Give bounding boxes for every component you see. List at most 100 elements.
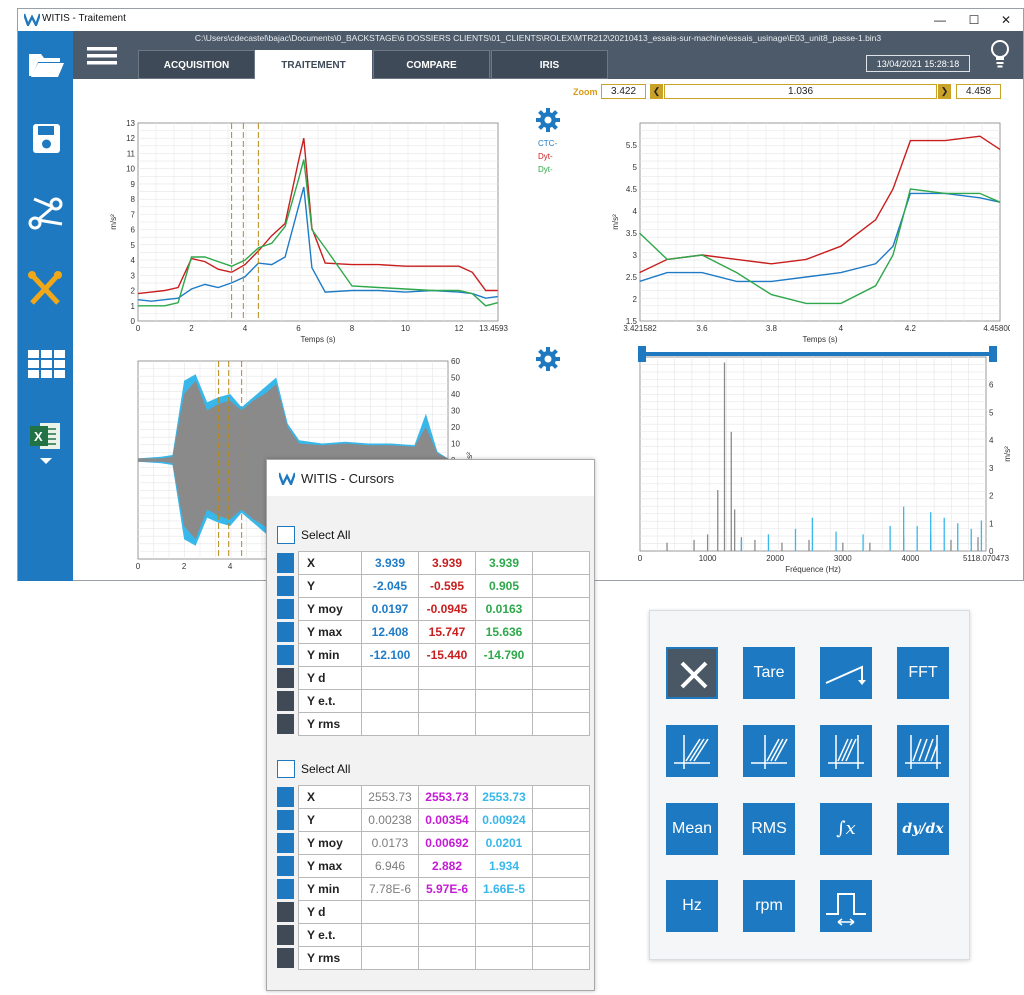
row-label: Y min <box>298 643 362 667</box>
hatch-center-button[interactable] <box>743 725 795 777</box>
zoom-right-value[interactable]: 4.458 <box>956 84 1001 99</box>
cursor-row: Y rms <box>277 712 590 736</box>
mean-button[interactable]: Mean <box>666 803 718 855</box>
row-toggle-checkbox[interactable] <box>277 622 294 642</box>
row-toggle-checkbox[interactable] <box>277 691 294 711</box>
row-toggle-cell <box>277 597 299 621</box>
y-tick-label: 13 <box>126 119 135 128</box>
empty-cell <box>532 666 590 690</box>
datetime-display: 13/04/2021 15:28:18 <box>866 55 970 72</box>
cursor-row: Y max 6.946 2.882 1.934 <box>277 854 590 878</box>
row-toggle-checkbox[interactable] <box>277 714 294 734</box>
cursor-value <box>361 900 419 924</box>
y-axis-label: m/s² <box>109 214 118 230</box>
x-tick-label: 3000 <box>834 554 852 563</box>
time-zoom-chart[interactable]: 3.4215823.63.844.24.4580081.522.533.544.… <box>590 109 1010 349</box>
excel-icon[interactable]: X <box>26 421 66 469</box>
row-toggle-checkbox[interactable] <box>277 902 294 922</box>
y-tick-label: 1.5 <box>626 317 638 326</box>
zoom-right-arrow-icon[interactable]: ❯ <box>938 84 951 99</box>
grid-icon[interactable] <box>26 346 66 382</box>
x-tick-label: 0 <box>136 562 141 571</box>
save-icon[interactable] <box>26 121 66 157</box>
x-tick-label: 4.458008 <box>983 324 1010 333</box>
select-all-checkbox[interactable] <box>277 526 295 544</box>
row-toggle-checkbox[interactable] <box>277 668 294 688</box>
tab-traitement[interactable]: TRAITEMENT <box>255 50 372 79</box>
rms-button[interactable]: RMS <box>743 803 795 855</box>
hatch-between-button[interactable] <box>897 725 949 777</box>
dy-dx-button[interactable]: dy/dx <box>897 803 949 855</box>
y-axis-label: m/s² <box>611 214 620 230</box>
y-tick-label: 4 <box>633 207 638 216</box>
row-toggle-cell <box>277 946 299 970</box>
zoom-left-value[interactable]: 3.422 <box>601 84 646 99</box>
select-all-checkbox[interactable] <box>277 760 295 778</box>
folder-open-icon[interactable] <box>26 46 66 82</box>
empty-cell <box>532 620 590 644</box>
zoom-center-value[interactable]: 1.036 <box>664 84 937 99</box>
legend-item: CTC- <box>538 139 558 148</box>
row-toggle-checkbox[interactable] <box>277 948 294 968</box>
tab-compare[interactable]: COMPARE <box>373 50 490 79</box>
witis-logo-icon <box>279 472 295 485</box>
gear-icon[interactable] <box>535 107 561 133</box>
spectrum-chart[interactable]: 010002000300040005118.07047376543210Fréq… <box>590 341 1020 581</box>
hamburger-menu-icon[interactable] <box>87 45 117 67</box>
row-toggle-checkbox[interactable] <box>277 810 294 830</box>
x-tick-label: 10 <box>401 324 410 333</box>
cursor-value <box>361 946 419 970</box>
close-button[interactable] <box>666 647 718 699</box>
cursor-value <box>418 923 476 947</box>
row-toggle-checkbox[interactable] <box>277 856 294 876</box>
cursor-value: 0.0201 <box>475 831 533 855</box>
row-toggle-cell <box>277 877 299 901</box>
lightbulb-icon[interactable] <box>989 39 1011 69</box>
pulse-button[interactable] <box>820 880 872 932</box>
x-button[interactable]: ∫x <box>820 803 872 855</box>
minimize-button[interactable]: — <box>923 11 957 29</box>
row-toggle-checkbox[interactable] <box>277 576 294 596</box>
y-tick-label: 5 <box>989 408 994 417</box>
hatch-window-button[interactable] <box>820 725 872 777</box>
cursor-value <box>475 923 533 947</box>
maximize-button[interactable]: ☐ <box>957 11 991 29</box>
x-tick-label: 3.6 <box>696 324 708 333</box>
row-toggle-checkbox[interactable] <box>277 645 294 665</box>
hatch-left-button[interactable] <box>666 725 718 777</box>
rpm-button[interactable]: rpm <box>743 880 795 932</box>
y-tick-label: 10 <box>126 165 135 174</box>
tab-iris[interactable]: IRIS <box>491 50 608 79</box>
fft-button[interactable]: FFT <box>897 647 949 699</box>
tools-icon[interactable] <box>26 271 66 307</box>
hz-button[interactable]: Hz <box>666 880 718 932</box>
row-toggle-checkbox[interactable] <box>277 925 294 945</box>
y-tick-label: 60 <box>451 357 460 366</box>
row-toggle-checkbox[interactable] <box>277 879 294 899</box>
zoom-left-arrow-icon[interactable]: ❮ <box>650 84 663 99</box>
gear-icon[interactable] <box>535 346 561 372</box>
cursor-value: -0.595 <box>418 574 476 598</box>
empty-cell <box>532 597 590 621</box>
close-button[interactable]: ✕ <box>989 11 1023 29</box>
ramp-button[interactable] <box>820 647 872 699</box>
row-toggle-checkbox[interactable] <box>277 787 294 807</box>
y-tick-label: 20 <box>451 423 460 432</box>
cursor-value: -15.440 <box>418 643 476 667</box>
cursor-value: 2553.73 <box>418 785 476 809</box>
cursor-value: 3.939 <box>418 551 476 575</box>
cursor-value <box>361 689 419 713</box>
tool-palette: Tare FFT Mean RMS ∫x dy/dx Hz rpm <box>649 610 970 960</box>
scissors-icon[interactable] <box>26 196 66 232</box>
cursors-dialog-header: WITIS - Cursors <box>267 460 594 496</box>
button-label: Tare <box>753 664 785 681</box>
row-label: Y <box>298 808 362 832</box>
tab-acquisition[interactable]: ACQUISITION <box>138 50 255 79</box>
time-overview-chart[interactable]: 02468101213.459375012345678910111213Temp… <box>88 109 508 349</box>
row-toggle-cell <box>277 923 299 947</box>
row-toggle-checkbox[interactable] <box>277 553 294 573</box>
row-toggle-cell <box>277 689 299 713</box>
tare-button[interactable]: Tare <box>743 647 795 699</box>
row-toggle-checkbox[interactable] <box>277 833 294 853</box>
row-toggle-checkbox[interactable] <box>277 599 294 619</box>
